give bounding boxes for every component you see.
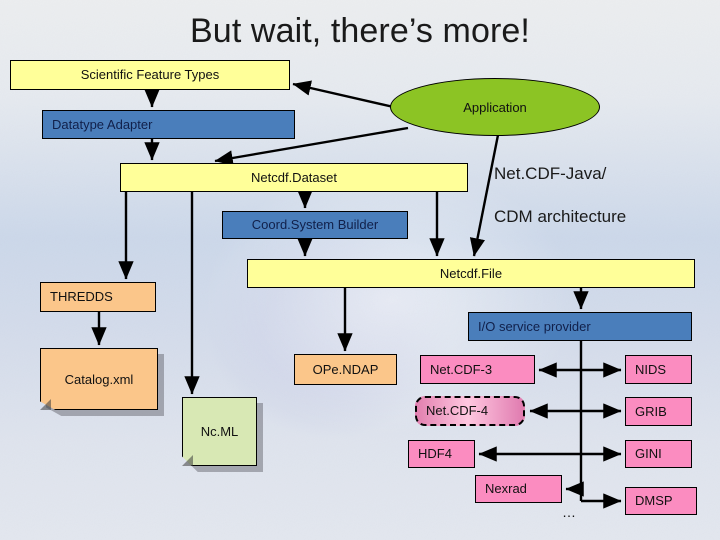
node-netcdf-4[interactable]: Net.CDF-4 (415, 396, 525, 426)
document-label-catalog-xml: Catalog.xml (64, 371, 134, 387)
node-gini[interactable]: GINI (625, 440, 692, 468)
document-fold-icon-catalog-xml (40, 399, 51, 410)
node-label-thredds: THREDDS (50, 289, 113, 305)
node-datatype-adapter[interactable]: Datatype Adapter (42, 110, 295, 139)
node-label-netcdf-file: Netcdf.File (439, 265, 503, 281)
node-coord-system-builder[interactable]: Coord.System Builder (222, 211, 408, 239)
node-netcdf-file[interactable]: Netcdf.File (247, 259, 695, 288)
node-label-netcdf-3: Net.CDF-3 (430, 361, 493, 377)
ellipsis-label: … (562, 504, 577, 520)
node-label-hdf4: HDF4 (418, 446, 452, 462)
node-label-scientific-feature-types: Scientific Feature Types (80, 67, 220, 83)
node-nids[interactable]: NIDS (625, 355, 692, 384)
document-fold-icon-ncml (182, 455, 193, 466)
document-label-ncml: Nc.ML (200, 424, 239, 439)
node-label-nids: NIDS (635, 361, 667, 377)
node-nexrad[interactable]: Nexrad (475, 475, 562, 503)
node-hdf4[interactable]: HDF4 (408, 440, 475, 468)
node-netcdf-3[interactable]: Net.CDF-3 (420, 355, 535, 384)
node-scientific-feature-types[interactable]: Scientific Feature Types (10, 60, 290, 90)
node-label-grib: GRIB (635, 403, 667, 419)
slide-canvas: But wait, there’s more! Scientific Featu… (0, 0, 720, 540)
node-label-application: Application (463, 99, 527, 115)
page-title: But wait, there’s more! (190, 12, 530, 50)
node-io-service-provider[interactable]: I/O service provider (468, 312, 692, 341)
node-label-gini: GINI (635, 446, 662, 462)
node-label-netcdf-4: Net.CDF-4 (426, 403, 489, 419)
side-label-0: Net.CDF-Java/ (494, 164, 607, 183)
node-label-dmsp: DMSP (635, 493, 673, 509)
node-thredds[interactable]: THREDDS (40, 282, 156, 312)
document-ncml[interactable]: Nc.ML (182, 397, 257, 466)
node-dmsp[interactable]: DMSP (625, 487, 697, 515)
node-label-coord-system-builder: Coord.System Builder (251, 217, 379, 233)
node-netcdf-dataset[interactable]: Netcdf.Dataset (120, 163, 468, 192)
arrow-application-to-sft (292, 80, 399, 110)
arrow-application-to-file (469, 134, 500, 257)
node-label-io-service-provider: I/O service provider (478, 318, 591, 334)
node-grib[interactable]: GRIB (625, 397, 692, 426)
node-label-datatype-adapter: Datatype Adapter (52, 116, 153, 132)
node-application[interactable]: Application (390, 78, 600, 136)
node-label-nexrad: Nexrad (485, 481, 527, 497)
side-label-1: CDM architecture (494, 207, 627, 226)
node-opendap[interactable]: OPe.NDAP (294, 354, 397, 385)
document-catalog-xml[interactable]: Catalog.xml (40, 348, 158, 410)
node-label-netcdf-dataset: Netcdf.Dataset (251, 169, 337, 185)
node-label-opendap: OPe.NDAP (312, 361, 379, 377)
